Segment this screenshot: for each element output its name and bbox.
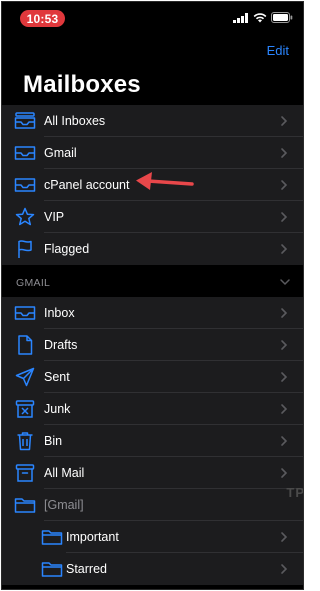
chevron-down-icon <box>280 279 290 286</box>
mailbox-row-all-inboxes[interactable]: All Inboxes <box>2 105 303 137</box>
wifi-icon <box>253 12 267 22</box>
chevron-right-icon <box>281 404 288 414</box>
section-title: GMAIL <box>16 277 51 289</box>
status-bar: 10:53 <box>2 2 303 30</box>
tray-icon <box>13 142 37 164</box>
edit-button[interactable]: Edit <box>267 43 289 58</box>
folder-label: [Gmail] <box>44 498 84 512</box>
status-time: 10:53 <box>20 10 65 27</box>
chevron-right-icon <box>281 180 288 190</box>
mailbox-label: VIP <box>44 210 65 224</box>
battery-icon <box>271 12 293 23</box>
folder-row-all-mail[interactable]: All Mail <box>2 457 303 489</box>
mailbox-label: Flagged <box>44 242 90 256</box>
tray-stack-icon <box>13 110 37 132</box>
archive-box-icon <box>13 462 37 484</box>
folder-label: All Mail <box>44 466 85 480</box>
junk-bin-icon <box>13 398 37 420</box>
bottom-strip <box>2 585 303 589</box>
page-title: Mailboxes <box>23 71 141 98</box>
folder-icon <box>40 526 64 548</box>
watermark: TP <box>286 485 304 500</box>
mailbox-label: All Inboxes <box>44 114 106 128</box>
folder-label: Inbox <box>44 306 75 320</box>
gmail-section-header[interactable]: GMAIL <box>2 265 303 297</box>
chevron-right-icon <box>281 468 288 478</box>
trash-icon <box>13 430 37 452</box>
annotation-arrow-icon <box>136 172 194 190</box>
folder-row-gmail[interactable]: [Gmail] <box>2 489 303 521</box>
folder-icon <box>40 558 64 580</box>
chevron-right-icon <box>281 244 288 254</box>
folder-row-junk[interactable]: Junk <box>2 393 303 425</box>
chevron-right-icon <box>281 564 288 574</box>
folder-label: Junk <box>44 402 71 416</box>
chevron-right-icon <box>281 212 288 222</box>
folder-row-bin[interactable]: Bin <box>2 425 303 457</box>
folder-label: Drafts <box>44 338 78 352</box>
paperplane-icon <box>13 366 37 388</box>
chevron-right-icon <box>281 372 288 382</box>
folder-label: Sent <box>44 370 70 384</box>
folder-row-important[interactable]: Important <box>2 521 303 553</box>
chevron-right-icon <box>281 308 288 318</box>
tray-icon <box>13 174 37 196</box>
tray-icon <box>13 302 37 324</box>
chevron-right-icon <box>281 148 288 158</box>
mailbox-label: Gmail <box>44 146 77 160</box>
mailbox-row-gmail[interactable]: Gmail <box>2 137 303 169</box>
chevron-right-icon <box>281 340 288 350</box>
cellular-signal-icon <box>233 12 248 23</box>
star-icon <box>13 206 37 228</box>
chevron-right-icon <box>281 436 288 446</box>
folder-row-drafts[interactable]: Drafts <box>2 329 303 361</box>
status-icons <box>233 12 293 23</box>
chevron-right-icon <box>281 116 288 126</box>
mailbox-row-vip[interactable]: VIP <box>2 201 303 233</box>
phone-screen: 10:53 Edit Mailboxes All Inboxes Gmail c… <box>1 1 304 590</box>
chevron-right-icon <box>281 532 288 542</box>
folder-icon <box>13 494 37 516</box>
mailbox-row-flagged[interactable]: Flagged <box>2 233 303 265</box>
folder-row-sent[interactable]: Sent <box>2 361 303 393</box>
folder-label: Important <box>66 530 119 544</box>
mailbox-label: cPanel account <box>44 178 130 192</box>
gmail-folders-list: Inbox Drafts Sent Junk Bin All Mail [Gma… <box>2 297 303 585</box>
folder-label: Starred <box>66 562 107 576</box>
folder-row-inbox[interactable]: Inbox <box>2 297 303 329</box>
folder-label: Bin <box>44 434 63 448</box>
flag-icon <box>13 238 37 260</box>
document-icon <box>13 334 37 356</box>
folder-row-starred[interactable]: Starred <box>2 553 303 585</box>
